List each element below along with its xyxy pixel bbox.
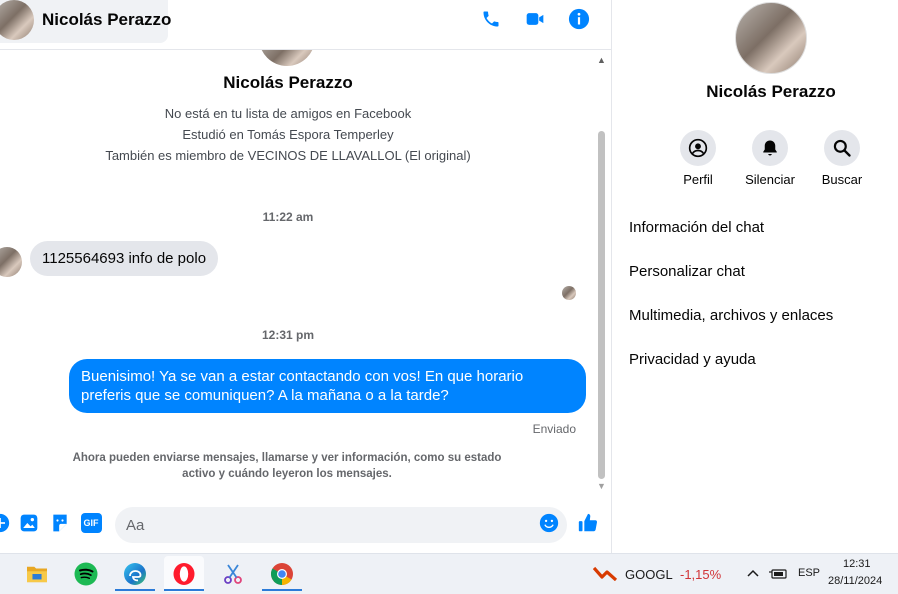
file-explorer-icon[interactable] (17, 556, 57, 592)
video-icon[interactable] (523, 7, 547, 31)
composer: GIF (0, 503, 611, 545)
scroll-thumb[interactable] (598, 131, 605, 479)
sticker-icon[interactable] (49, 512, 71, 534)
message-list[interactable]: Nicolás Perazzo No está en tu lista de a… (0, 50, 611, 495)
clock-time[interactable]: 12:31 (843, 558, 871, 570)
like-icon[interactable] (577, 512, 599, 534)
image-icon[interactable] (18, 512, 40, 534)
profile-info-line: También es miembro de VECINOS DE LLAVALL… (105, 148, 471, 163)
windows-taskbar: GOOGL -1,15% ESP 12:31 28/11/2024 (0, 553, 898, 594)
opera-icon[interactable] (164, 556, 204, 592)
chrome-icon[interactable] (262, 556, 302, 592)
snipping-tool-icon[interactable] (213, 556, 253, 592)
conversation-details-panel: Nicolás Perazzo Perfil Silenciar Buscar … (611, 0, 898, 553)
action-label: Buscar (821, 172, 863, 187)
chat-panel: Nicolás Perazzo Nicolás Perazzo No está … (0, 0, 611, 553)
gif-label: GIF (80, 513, 102, 533)
profile-icon (680, 130, 716, 166)
search-button[interactable]: Buscar (810, 130, 874, 187)
contact-name: Nicolás Perazzo (42, 10, 172, 29)
message-input[interactable] (115, 507, 567, 543)
scroll-down-arrow-icon[interactable]: ▼ (596, 481, 607, 491)
mute-button[interactable]: Silenciar (738, 130, 802, 187)
chat-header: Nicolás Perazzo (0, 0, 611, 50)
edge-icon[interactable] (115, 556, 155, 592)
scroll-up-arrow-icon[interactable]: ▲ (596, 55, 607, 65)
bell-icon (752, 130, 788, 166)
search-icon (824, 130, 860, 166)
privacy-support-menu-item[interactable]: Privacidad y ayuda (629, 351, 756, 368)
phone-icon[interactable] (479, 7, 503, 31)
gif-icon[interactable]: GIF (80, 512, 102, 534)
action-label: Perfil (683, 172, 713, 187)
contact-name: Nicolás Perazzo (706, 82, 836, 101)
profile-info-line: Estudió en Tomás Espora Temperley (182, 127, 394, 142)
chevron-up-icon[interactable] (746, 566, 760, 585)
action-label: Silenciar (745, 172, 795, 187)
avatar[interactable] (735, 2, 807, 74)
customize-chat-menu-item[interactable]: Personalizar chat (629, 263, 745, 280)
profile-button[interactable]: Perfil (666, 130, 730, 187)
spotify-icon[interactable] (66, 556, 106, 592)
timestamp: 11:22 am (262, 210, 314, 224)
info-icon[interactable] (567, 7, 591, 31)
message-status: Enviado (532, 422, 576, 436)
privacy-notice: Ahora pueden enviarse mensajes, llamarse… (72, 452, 502, 480)
incoming-message[interactable]: 1125564693 info de polo (30, 241, 219, 276)
battery-icon[interactable] (768, 566, 788, 585)
media-files-links-menu-item[interactable]: Multimedia, archivos y enlaces (629, 307, 833, 324)
profile-avatar (259, 50, 315, 66)
profile-name: Nicolás Perazzo (223, 73, 353, 92)
plus-icon[interactable] (0, 512, 11, 534)
stock-change[interactable]: -1,15% (680, 567, 721, 582)
stock-ticker[interactable]: GOOGL (625, 567, 673, 582)
avatar (0, 0, 34, 40)
language-indicator[interactable]: ESP (798, 567, 820, 579)
emoji-icon[interactable] (538, 512, 560, 534)
profile-info-line: No está en tu lista de amigos en Faceboo… (164, 106, 412, 121)
read-receipt-avatar (562, 286, 576, 300)
sender-avatar[interactable] (0, 247, 22, 277)
clock-date[interactable]: 28/11/2024 (828, 575, 882, 587)
contact-header-button[interactable]: Nicolás Perazzo (0, 0, 172, 43)
scrollbar[interactable]: ▲ ▼ (596, 55, 607, 495)
chat-info-menu-item[interactable]: Información del chat (629, 219, 764, 236)
messenger-window: Nicolás Perazzo Nicolás Perazzo No está … (0, 0, 898, 553)
stock-widget-icon[interactable] (592, 565, 618, 586)
timestamp: 12:31 pm (261, 328, 315, 342)
outgoing-message[interactable]: Buenisimo! Ya se van a estar contactando… (69, 359, 586, 413)
